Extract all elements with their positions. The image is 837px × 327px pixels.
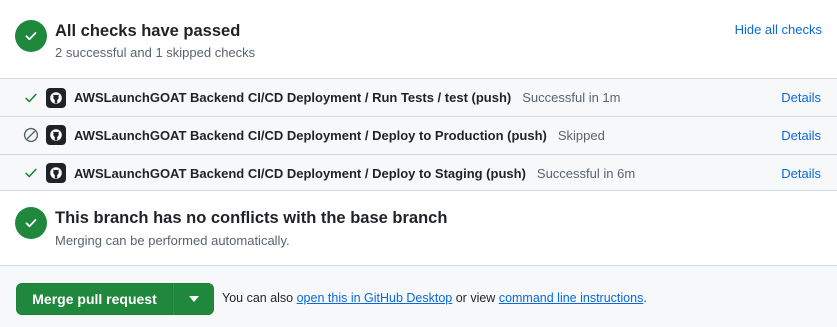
merge-help-prefix: You can also — [222, 291, 294, 305]
command-line-instructions-link[interactable]: command line instructions — [499, 291, 644, 305]
github-mark-icon — [46, 125, 66, 145]
merge-help-suffix: . — [643, 291, 647, 305]
check-icon — [23, 165, 39, 181]
check-name-text: AWSLaunchGOAT Backend CI/CD Deployment /… — [74, 165, 526, 181]
check-name-text: AWSLaunchGOAT Backend CI/CD Deployment /… — [74, 90, 512, 105]
check-row: AWSLaunchGOAT Backend CI/CD Deployment /… — [0, 116, 837, 153]
skip-icon — [23, 127, 39, 143]
check-name: AWSLaunchGOAT Backend CI/CD Deployment /… — [74, 90, 621, 105]
details-link[interactable]: Details — [781, 90, 821, 105]
check-name: AWSLaunchGOAT Backend CI/CD Deployment /… — [74, 166, 635, 181]
details-link[interactable]: Details — [781, 166, 821, 181]
check-status-text: Successful in 1m — [522, 90, 621, 105]
triangle-down-icon — [188, 296, 199, 302]
details-link[interactable]: Details — [781, 128, 821, 143]
merge-options-dropdown[interactable] — [173, 283, 214, 315]
merge-footer: Merge pull request You can also open thi… — [0, 265, 837, 327]
checks-summary: All checks have passed 2 successful and … — [0, 0, 837, 78]
conflicts-section: This branch has no conflicts with the ba… — [0, 191, 837, 265]
github-mark-icon — [46, 87, 66, 108]
open-github-desktop-link[interactable]: open this in GitHub Desktop — [297, 291, 453, 305]
check-name-text: AWSLaunchGOAT Backend CI/CD Deployment /… — [74, 127, 547, 143]
conflicts-subtitle: Merging can be performed automatically. — [55, 233, 290, 248]
merge-help-text: You can also open this in GitHub Desktop… — [222, 291, 647, 305]
merge-pull-request-button[interactable]: Merge pull request — [16, 283, 173, 315]
check-status-text: Successful in 6m — [536, 165, 636, 181]
check-name: AWSLaunchGOAT Backend CI/CD Deployment /… — [74, 128, 605, 143]
checks-summary-subtitle: 2 successful and 1 skipped checks — [55, 45, 256, 60]
hide-all-checks-link[interactable]: Hide all checks — [735, 22, 822, 37]
check-icon — [23, 90, 39, 106]
check-circle-icon — [15, 207, 47, 239]
check-status-text: Skipped — [557, 127, 605, 143]
check-row: AWSLaunchGOAT Backend CI/CD Deployment /… — [0, 79, 837, 116]
checks-list: AWSLaunchGOAT Backend CI/CD Deployment /… — [0, 78, 837, 191]
merge-button-group: Merge pull request — [16, 283, 214, 315]
conflicts-title: This branch has no conflicts with the ba… — [55, 209, 448, 227]
github-mark-icon — [46, 163, 66, 183]
check-row: AWSLaunchGOAT Backend CI/CD Deployment /… — [0, 154, 837, 191]
check-circle-icon — [15, 20, 47, 52]
merge-help-middle: or view — [455, 291, 496, 305]
checks-summary-title: All checks have passed — [55, 22, 241, 40]
